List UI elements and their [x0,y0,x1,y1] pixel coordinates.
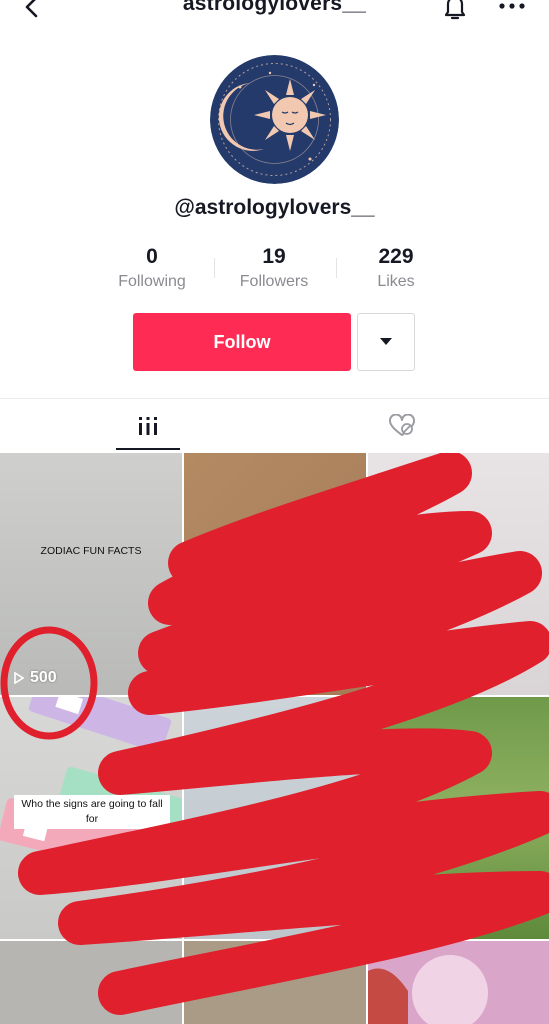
grid-icon [139,417,157,435]
video-thumbnail[interactable]: Who the signs are going to fall for [0,697,182,939]
bell-icon [444,0,466,20]
avatar[interactable] [210,55,339,184]
likes-label: Likes [377,273,415,290]
following-count: 0 [146,245,158,268]
following-label: Following [118,273,186,290]
caret-down-icon [380,338,392,345]
likes-count: 229 [378,245,414,268]
video-thumbnail[interactable] [0,941,182,1024]
stat-followers[interactable]: 19 Followers [212,244,336,294]
video-thumbnail[interactable] [184,941,366,1024]
video-thumbnail[interactable]: end [368,453,549,695]
more-options-button[interactable] [496,0,528,20]
profile-stats: 0 Following 19 Followers 229 Likes [90,244,460,294]
video-thumbnail[interactable] [184,697,366,939]
profile-tabs [0,398,549,452]
video-grid: ZODIAC FUN FACTS 500 end Who the signs a… [0,453,549,1024]
video-thumbnail[interactable]: ZODIAC FUN FACTS 500 [0,453,182,695]
crystal-ball-image [368,941,549,1024]
stat-likes[interactable]: 229 Likes [334,244,458,294]
followers-count: 19 [262,245,286,268]
tab-videos[interactable] [116,399,180,453]
video-caption: end [422,596,444,606]
video-caption: ave the [488,803,527,817]
suggested-accounts-dropdown[interactable] [357,313,415,371]
tab-liked[interactable] [370,399,434,453]
followers-label: Followers [239,273,309,290]
active-tab-indicator [116,448,180,450]
stat-following[interactable]: 0 Following [90,244,214,294]
view-count-value: 500 [30,669,57,686]
video-thumbnail[interactable] [368,941,549,1024]
video-caption: Who the signs are going to fall for [14,795,170,829]
video-thumbnail[interactable]: ave the [368,697,549,939]
follow-button[interactable]: Follow [133,313,351,371]
video-caption: ZODIAC FUN FACTS [40,545,142,557]
play-icon [14,672,24,684]
video-thumbnail[interactable] [184,453,366,695]
ellipsis-icon [499,3,525,9]
notification-button[interactable] [440,0,470,24]
top-bar: astrologylovers__ [0,0,549,36]
liked-hidden-icon [389,414,415,436]
sun-moon-avatar [210,55,339,184]
view-count: 500 [14,669,57,687]
profile-username: @astrologylovers__ [174,196,375,219]
